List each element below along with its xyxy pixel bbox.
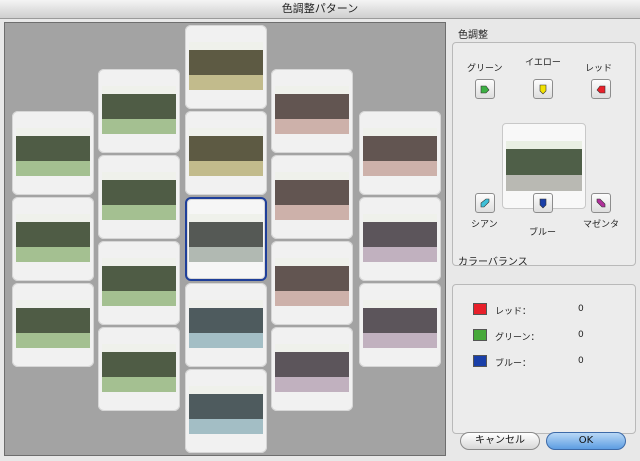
- blue-swatch: [473, 355, 487, 367]
- variation-thumbnail: [275, 172, 349, 220]
- variation-tile[interactable]: [98, 241, 180, 325]
- color-balance-title: カラーバランス: [458, 257, 528, 268]
- variation-tile[interactable]: [359, 197, 441, 281]
- ok-button[interactable]: OK: [546, 432, 626, 450]
- blue-balance-label: ブルー：: [495, 359, 532, 369]
- red-label: レッド: [585, 64, 613, 74]
- variation-tile[interactable]: [185, 283, 267, 367]
- blue-balance-value: 0: [578, 356, 584, 366]
- variation-tile[interactable]: [271, 241, 353, 325]
- variation-thumbnail: [16, 128, 90, 176]
- variation-tile-selected[interactable]: [185, 197, 267, 281]
- color-pattern-window: 色調整パターン 色調整 グリーン イエロー レッド シアン ブルー マゼンタ カ…: [0, 0, 640, 461]
- cyan-pencil-icon: [480, 198, 490, 208]
- variation-thumbnail: [189, 386, 263, 434]
- magenta-pencil-icon: [596, 198, 606, 208]
- variation-thumbnail: [102, 344, 176, 392]
- variation-thumbnail: [189, 300, 263, 348]
- variation-thumbnail: [275, 258, 349, 306]
- variation-tile[interactable]: [98, 69, 180, 153]
- red-balance-label: レッド：: [495, 307, 532, 317]
- variation-thumbnail: [363, 128, 437, 176]
- window-title: 色調整パターン: [0, 0, 640, 19]
- blue-pencil-icon: [539, 198, 547, 209]
- color-adjust-title: 色調整: [458, 30, 488, 41]
- add-green-button[interactable]: [475, 79, 495, 99]
- variation-tile[interactable]: [271, 155, 353, 239]
- variation-thumbnail: [102, 86, 176, 134]
- red-swatch: [473, 303, 487, 315]
- red-balance-value: 0: [578, 304, 584, 314]
- variation-thumbnail: [189, 128, 263, 176]
- magenta-label: マゼンタ: [583, 220, 620, 230]
- variation-tile[interactable]: [359, 283, 441, 367]
- color-adjust-group: グリーン イエロー レッド シアン ブルー マゼンタ: [452, 42, 636, 266]
- add-blue-button[interactable]: [533, 193, 553, 213]
- green-balance-label: グリーン：: [495, 333, 540, 343]
- variation-tile[interactable]: [185, 25, 267, 109]
- variation-thumbnail: [189, 214, 263, 262]
- variation-tile[interactable]: [271, 327, 353, 411]
- color-balance-group: レッド： 0 グリーン： 0 ブルー： 0: [452, 284, 636, 434]
- add-cyan-button[interactable]: [475, 193, 495, 213]
- blue-label: ブルー: [529, 228, 557, 238]
- red-pencil-icon: [596, 85, 606, 94]
- variation-thumbnail: [275, 344, 349, 392]
- variation-thumbnail: [363, 300, 437, 348]
- variation-tile[interactable]: [12, 111, 94, 195]
- green-balance-value: 0: [578, 330, 584, 340]
- variation-tile[interactable]: [185, 369, 267, 453]
- add-red-button[interactable]: [591, 79, 611, 99]
- variation-grid: [4, 22, 446, 456]
- add-magenta-button[interactable]: [591, 193, 611, 213]
- variation-thumbnail: [102, 172, 176, 220]
- variation-thumbnail: [275, 86, 349, 134]
- green-pencil-icon: [480, 85, 490, 94]
- variation-tile[interactable]: [271, 69, 353, 153]
- green-label: グリーン: [467, 64, 503, 74]
- variation-tile[interactable]: [98, 327, 180, 411]
- variation-thumbnail: [16, 300, 90, 348]
- variation-thumbnail: [102, 258, 176, 306]
- variation-tile[interactable]: [12, 283, 94, 367]
- variation-tile[interactable]: [98, 155, 180, 239]
- variation-tile[interactable]: [359, 111, 441, 195]
- cancel-button[interactable]: キャンセル: [460, 432, 540, 450]
- variation-thumbnail: [16, 214, 90, 262]
- variation-tile[interactable]: [185, 111, 267, 195]
- cyan-label: シアン: [471, 220, 498, 230]
- green-swatch: [473, 329, 487, 341]
- variation-thumbnail: [363, 214, 437, 262]
- current-preview-image: [506, 141, 582, 191]
- add-yellow-button[interactable]: [533, 79, 553, 99]
- variation-thumbnail: [189, 42, 263, 90]
- yellow-label: イエロー: [525, 58, 561, 68]
- variation-tile[interactable]: [12, 197, 94, 281]
- yellow-pencil-icon: [539, 84, 547, 95]
